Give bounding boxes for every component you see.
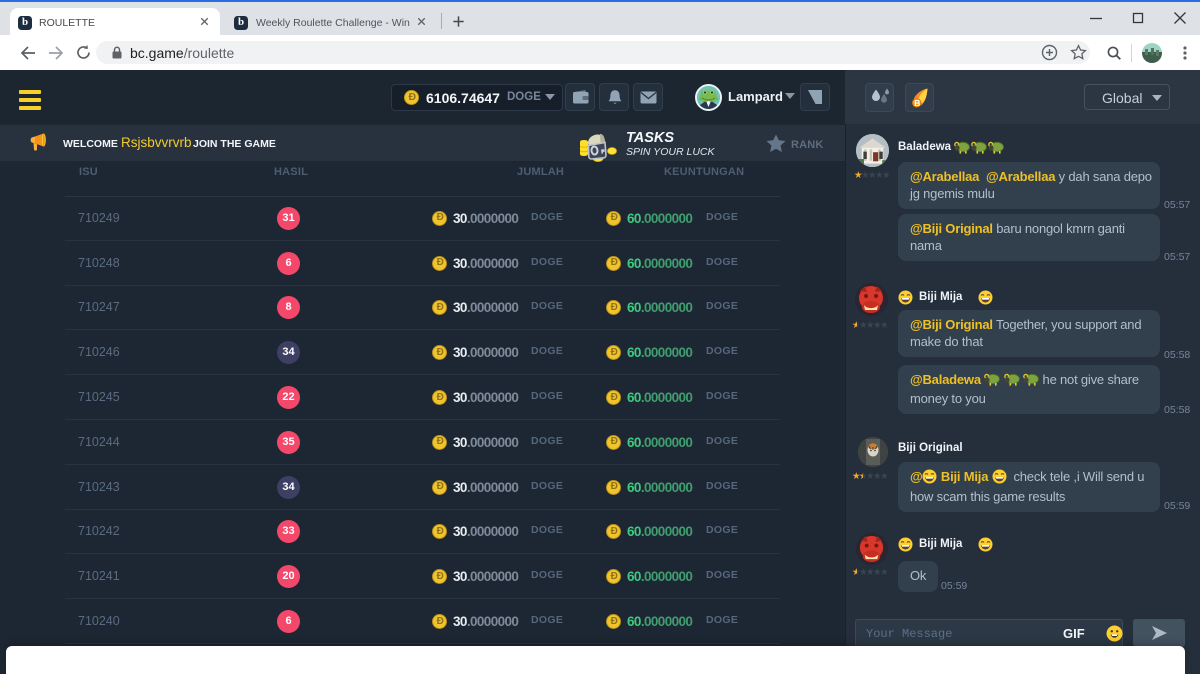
svg-text:B: B <box>914 98 920 108</box>
